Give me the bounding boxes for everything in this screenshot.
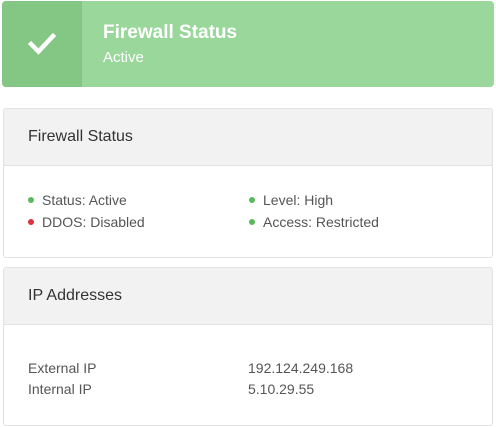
external-ip-label: External IP bbox=[28, 360, 97, 376]
card-header: Firewall Status bbox=[4, 109, 492, 166]
internal-ip-label: Internal IP bbox=[28, 381, 92, 397]
status-item-label: Access: Restricted bbox=[263, 214, 379, 230]
ip-list: External IP 192.124.249.168 Internal IP … bbox=[4, 325, 492, 425]
firewall-status-card: Firewall Status Status: Active Level: Hi… bbox=[3, 108, 493, 258]
status-item-level: Level: High bbox=[249, 191, 333, 209]
ip-addresses-card: IP Addresses External IP 192.124.249.168… bbox=[3, 267, 493, 426]
check-icon bbox=[28, 33, 56, 55]
status-item-status: Status: Active bbox=[28, 191, 127, 209]
status-dot-icon bbox=[28, 197, 34, 203]
card-header: IP Addresses bbox=[4, 268, 492, 325]
internal-ip-value: 5.10.29.55 bbox=[248, 381, 315, 397]
firewall-status-banner: Firewall Status Active bbox=[2, 1, 494, 87]
status-item-label: DDOS: Disabled bbox=[42, 214, 145, 230]
external-ip-value: 192.124.249.168 bbox=[248, 360, 354, 376]
banner-title: Firewall Status bbox=[103, 22, 238, 43]
status-dot-icon bbox=[28, 219, 34, 225]
status-list: Status: Active Level: High DDOS: Disable… bbox=[4, 166, 492, 257]
status-dot-icon bbox=[249, 197, 255, 203]
status-icon-box bbox=[2, 1, 82, 87]
status-item-access: Access: Restricted bbox=[249, 213, 379, 231]
card-title: IP Addresses bbox=[28, 287, 122, 304]
status-item-label: Status: Active bbox=[42, 192, 127, 208]
card-title: Firewall Status bbox=[28, 128, 133, 145]
status-item-label: Level: High bbox=[263, 192, 334, 208]
status-item-ddos: DDOS: Disabled bbox=[28, 213, 145, 231]
banner-subtitle: Active bbox=[103, 49, 144, 66]
status-dot-icon bbox=[249, 219, 255, 225]
